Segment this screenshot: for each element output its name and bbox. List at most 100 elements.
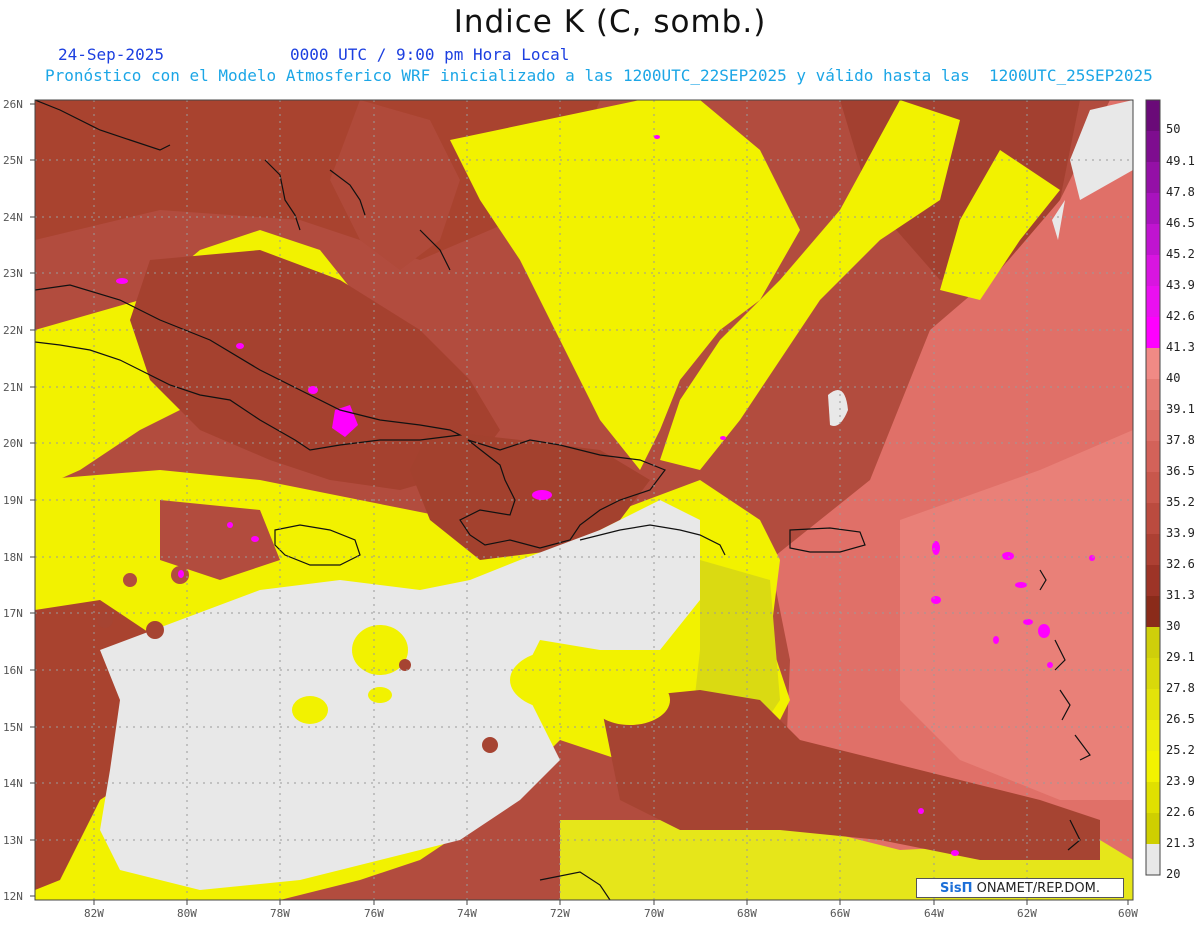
k-index-yellow-patch xyxy=(368,687,392,703)
lat-label: 18N xyxy=(3,551,23,564)
colorbar-swatch xyxy=(1146,565,1160,596)
k-index-yellow-patch xyxy=(590,675,670,725)
lat-label: 22N xyxy=(3,324,23,337)
lat-label: 24N xyxy=(3,211,23,224)
k-index-yellow-patch xyxy=(292,696,328,724)
colorbar-swatch xyxy=(1146,627,1160,658)
colorbar-label: 49.1 xyxy=(1166,154,1195,168)
colorbar-label: 39.1 xyxy=(1166,402,1195,416)
colorbar-label: 37.8 xyxy=(1166,433,1195,447)
colorbar-label: 45.2 xyxy=(1166,247,1195,261)
longitude-labels: 82W 80W 78W 76W 74W 72W 70W 68W 66W 64W … xyxy=(84,907,1138,920)
colorbar-label: 21.3 xyxy=(1166,836,1195,850)
colorbar xyxy=(1145,99,1161,876)
colorbar-swatch xyxy=(1146,286,1160,317)
lon-label: 64W xyxy=(924,907,944,920)
colorbar-swatch xyxy=(1146,131,1160,162)
lon-label: 74W xyxy=(457,907,477,920)
lon-label: 82W xyxy=(84,907,104,920)
colorbar-label: 22.6 xyxy=(1166,805,1195,819)
k-index-max-patch xyxy=(918,808,924,814)
k-index-max-patch xyxy=(532,490,552,500)
k-index-max-patch xyxy=(993,636,999,644)
k-index-max-patch xyxy=(1023,619,1033,625)
colorbar-swatch xyxy=(1146,534,1160,565)
lon-label: 62W xyxy=(1017,907,1037,920)
k-index-dark-patch xyxy=(399,659,411,671)
colorbar-swatch xyxy=(1146,503,1160,534)
k-index-map: 26N 25N 24N 23N 22N 21N 20N 19N 18N 17N … xyxy=(3,98,1195,920)
k-index-max-patch xyxy=(236,343,244,349)
lat-label: 14N xyxy=(3,777,23,790)
lon-label: 68W xyxy=(737,907,757,920)
colorbar-label: 42.6 xyxy=(1166,309,1195,323)
lon-label: 78W xyxy=(270,907,290,920)
colorbar-swatch xyxy=(1146,472,1160,503)
colorbar-label: 25.2 xyxy=(1166,743,1195,757)
k-index-max-patch xyxy=(720,436,726,440)
colorbar-swatch xyxy=(1146,224,1160,255)
colorbar-swatch xyxy=(1146,441,1160,472)
lon-label: 66W xyxy=(830,907,850,920)
colorbar-label: 23.9 xyxy=(1166,774,1195,788)
colorbar-swatch xyxy=(1146,689,1160,720)
colorbar-label: 26.5 xyxy=(1166,712,1195,726)
colorbar-label: 31.3 xyxy=(1166,588,1195,602)
lat-label: 20N xyxy=(3,437,23,450)
lon-label: 70W xyxy=(644,907,664,920)
lat-label: 13N xyxy=(3,834,23,847)
colorbar-label: 41.3 xyxy=(1166,340,1195,354)
lon-label: 76W xyxy=(364,907,384,920)
colorbar-swatch xyxy=(1146,317,1160,348)
lon-label: 60W xyxy=(1118,907,1138,920)
colorbar-label: 47.8 xyxy=(1166,185,1195,199)
colorbar-swatch xyxy=(1146,348,1160,379)
k-index-max-patch xyxy=(1015,582,1027,588)
colorbar-swatch xyxy=(1146,100,1160,131)
k-index-dark-patch xyxy=(97,612,113,628)
k-index-dark-patch xyxy=(482,737,498,753)
k-index-dark-patch xyxy=(123,573,137,587)
colorbar-swatch xyxy=(1146,596,1160,627)
colorbar-swatch xyxy=(1146,751,1160,782)
k-index-max-patch xyxy=(1089,555,1095,561)
k-index-max-patch xyxy=(227,522,233,528)
lat-label: 23N xyxy=(3,267,23,280)
colorbar-label: 43.9 xyxy=(1166,278,1195,292)
lat-label: 21N xyxy=(3,381,23,394)
colorbar-swatch xyxy=(1146,844,1160,875)
colorbar-label: 29.1 xyxy=(1166,650,1195,664)
map-plot-area xyxy=(35,100,1133,900)
colorbar-label: 33.9 xyxy=(1166,526,1195,540)
k-index-max-patch xyxy=(951,850,959,856)
k-index-dark-patch xyxy=(146,621,164,639)
colorbar-label: 27.8 xyxy=(1166,681,1195,695)
colorbar-label: 20 xyxy=(1166,867,1180,881)
latitude-labels: 26N 25N 24N 23N 22N 21N 20N 19N 18N 17N … xyxy=(3,98,23,903)
latitude-axis xyxy=(30,103,35,897)
k-index-max-patch xyxy=(1002,552,1014,560)
colorbar-label: 30 xyxy=(1166,619,1180,633)
colorbar-label: 50 xyxy=(1166,122,1180,136)
k-index-max-patch xyxy=(178,570,184,578)
colorbar-swatch xyxy=(1146,255,1160,286)
colorbar-swatch xyxy=(1146,782,1160,813)
credit-box: SisΠ ONAMET/REP.DOM. xyxy=(916,878,1124,898)
k-index-max-patch xyxy=(116,278,128,284)
k-index-max-patch xyxy=(1047,662,1053,668)
lat-label: 25N xyxy=(3,154,23,167)
k-index-max-patch xyxy=(931,596,941,604)
colorbar-swatch xyxy=(1146,720,1160,751)
lat-label: 12N xyxy=(3,890,23,903)
lat-label: 17N xyxy=(3,607,23,620)
colorbar-label: 40 xyxy=(1166,371,1180,385)
colorbar-swatch xyxy=(1146,193,1160,224)
lat-label: 15N xyxy=(3,721,23,734)
colorbar-swatch xyxy=(1146,813,1160,844)
credit-text: ONAMET/REP.DOM. xyxy=(972,881,1100,896)
lon-label: 80W xyxy=(177,907,197,920)
colorbar-swatch xyxy=(1146,379,1160,410)
colorbar-label: 36.5 xyxy=(1166,464,1195,478)
lon-label: 72W xyxy=(550,907,570,920)
sispi-logo: SisΠ xyxy=(940,881,973,896)
